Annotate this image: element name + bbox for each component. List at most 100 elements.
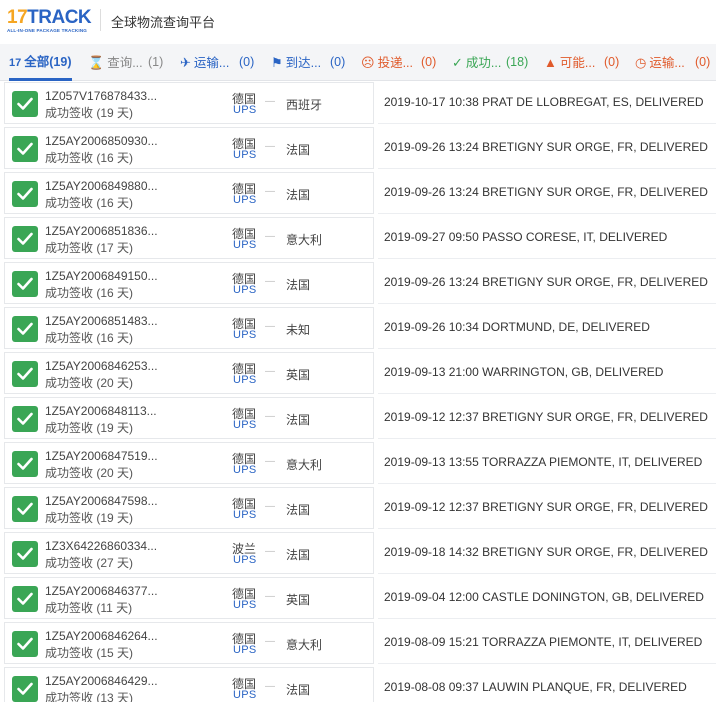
latest-event[interactable]: 2019-08-08 09:37 LAUWIN PLANQUE, FR, DEL… [378,667,716,702]
latest-event[interactable]: 2019-09-26 10:34 DORTMUND, DE, DELIVERED [378,307,716,349]
latest-event[interactable]: 2019-09-27 09:50 PASSO CORESE, IT, DELIV… [378,217,716,259]
tracking-number[interactable]: 1Z5AY2006846253... [45,359,158,373]
carrier-name[interactable]: UPS [233,464,257,476]
latest-event[interactable]: 2019-09-04 12:00 CASTLE DONINGTON, GB, D… [378,577,716,619]
delivery-status: 成功签收 (16 天) [45,286,134,300]
shipment-row[interactable]: 1Z5AY2006848113... 成功签收 (19 天) 德国 UPS — 法国 201… [0,397,716,442]
shipment-summary[interactable]: 1Z057V176878433... 成功签收 (19 天) 德国 UPS — 西班牙 [4,82,374,124]
tracking-number[interactable]: 1Z5AY2006849880... [45,179,158,193]
tracking-number[interactable]: 1Z057V176878433... [45,89,157,103]
latest-event[interactable]: 2019-08-09 15:21 TORRAZZA PIEMONTE, IT, … [378,622,716,664]
delivered-check-icon[interactable] [12,676,38,702]
shipment-summary[interactable]: 1Z5AY2006846377... 成功签收 (11 天) 德国 UPS — 英国 [4,577,374,619]
shipment-row[interactable]: 1Z5AY2006847598... 成功签收 (19 天) 德国 UPS — 法国 201… [0,487,716,532]
latest-event-text: 2019-08-09 15:21 TORRAZZA PIEMONTE, IT, … [384,635,703,649]
carrier-name[interactable]: UPS [233,509,257,521]
tab-delivered[interactable]: ✓ 成功... (18) [452,44,528,81]
shipment-row[interactable]: 1Z5AY2006850930... 成功签收 (16 天) 德国 UPS — 法国 201… [0,127,716,172]
shipment-summary[interactable]: 1Z5AY2006847519... 成功签收 (20 天) 德国 UPS — 意大利 [4,442,374,484]
delivered-check-icon[interactable] [12,406,38,432]
shipment-row[interactable]: 1Z5AY2006851483... 成功签收 (16 天) 德国 UPS — 未知 201… [0,307,716,352]
tracking-number[interactable]: 1Z5AY2006851836... [45,224,158,238]
latest-event[interactable]: 2019-10-17 10:38 PRAT DE LLOBREGAT, ES, … [378,82,716,124]
carrier-name[interactable]: UPS [233,554,257,566]
shipment-row[interactable]: 1Z3X64226860334... 成功签收 (27 天) 波兰 UPS — 法国 201… [0,532,716,577]
tab-alert[interactable]: ▲ 可能... (0) [544,44,619,81]
tracking-number[interactable]: 1Z3X64226860334... [45,539,157,553]
delivered-check-icon[interactable] [12,361,38,387]
tracking-number[interactable]: 1Z5AY2006847519... [45,449,158,463]
tab-expired[interactable]: ◷ 运输... (0) [635,44,710,81]
tab-querying[interactable]: ⌛ 查询... (1) [88,44,163,81]
tracking-number[interactable]: 1Z5AY2006850930... [45,134,158,148]
shipment-summary[interactable]: 1Z5AY2006846429... 成功签收 (13 天) 德国 UPS — 法国 [4,667,374,702]
shipment-row[interactable]: 1Z5AY2006849150... 成功签收 (16 天) 德国 UPS — 法国 201… [0,262,716,307]
logo-tagline: ALL-IN-ONE PACKAGE TRACKING [7,28,88,33]
carrier-name[interactable]: UPS [233,644,257,656]
shipment-summary[interactable]: 1Z5AY2006846264... 成功签收 (15 天) 德国 UPS — 意大利 [4,622,374,664]
tracking-number[interactable]: 1Z5AY2006847598... [45,494,158,508]
delivered-check-icon[interactable] [12,226,38,252]
shipment-summary[interactable]: 1Z5AY2006851483... 成功签收 (16 天) 德国 UPS — 未知 [4,307,374,349]
shipment-summary[interactable]: 1Z5AY2006849880... 成功签收 (16 天) 德国 UPS — 法国 [4,172,374,214]
shipment-summary[interactable]: 1Z5AY2006848113... 成功签收 (19 天) 德国 UPS — 法国 [4,397,374,439]
delivered-check-icon[interactable] [12,181,38,207]
17track-logo[interactable]: 17TRACK ALL-IN-ONE PACKAGE TRACKING [7,8,95,36]
tracking-number[interactable]: 1Z5AY2006849150... [45,269,158,283]
carrier-name[interactable]: UPS [233,419,257,431]
tab-count: (19) [49,55,72,69]
tab-label: 投递... [377,56,413,70]
delivered-check-icon[interactable] [12,136,38,162]
carrier-name[interactable]: UPS [233,689,257,701]
tab-delivery-failed[interactable]: ☹ 投递... (0) [361,44,436,81]
delivery-status: 成功签收 (13 天) [45,691,134,702]
shipment-summary[interactable]: 1Z5AY2006846253... 成功签收 (20 天) 德国 UPS — 英国 [4,352,374,394]
carrier-name[interactable]: UPS [233,104,257,116]
latest-event[interactable]: 2019-09-13 13:55 TORRAZZA PIEMONTE, IT, … [378,442,716,484]
delivered-check-icon[interactable] [12,316,38,342]
carrier-name[interactable]: UPS [233,374,257,386]
delivered-check-icon[interactable] [12,496,38,522]
tab-all[interactable]: 17 全部(19) [9,44,72,81]
carrier-name[interactable]: UPS [233,194,257,206]
delivered-check-icon[interactable] [12,91,38,117]
shipment-summary[interactable]: 1Z5AY2006850930... 成功签收 (16 天) 德国 UPS — 法国 [4,127,374,169]
latest-event[interactable]: 2019-09-12 12:37 BRETIGNY SUR ORGE, FR, … [378,397,716,439]
delivered-check-icon[interactable] [12,586,38,612]
tracking-number[interactable]: 1Z5AY2006846377... [45,584,158,598]
carrier-name[interactable]: UPS [233,329,257,341]
tab-arrived[interactable]: ⚑ 到达... (0) [271,44,345,81]
tracking-number[interactable]: 1Z5AY2006846264... [45,629,158,643]
shipment-summary[interactable]: 1Z5AY2006847598... 成功签收 (19 天) 德国 UPS — 法国 [4,487,374,529]
latest-event[interactable]: 2019-09-26 13:24 BRETIGNY SUR ORGE, FR, … [378,262,716,304]
shipment-row[interactable]: 1Z5AY2006846264... 成功签收 (15 天) 德国 UPS — 意大利 20… [0,622,716,667]
shipment-row[interactable]: 1Z5AY2006849880... 成功签收 (16 天) 德国 UPS — 法国 201… [0,172,716,217]
shipment-row[interactable]: 1Z5AY2006846429... 成功签收 (13 天) 德国 UPS — 法国 201… [0,667,716,702]
shipment-row[interactable]: 1Z5AY2006846253... 成功签收 (20 天) 德国 UPS — 英国 201… [0,352,716,397]
carrier-name[interactable]: UPS [233,599,257,611]
carrier-name[interactable]: UPS [233,239,257,251]
shipment-row[interactable]: 1Z5AY2006846377... 成功签收 (11 天) 德国 UPS — 英国 201… [0,577,716,622]
destination-country: 法国 [286,143,311,157]
tracking-number[interactable]: 1Z5AY2006846429... [45,674,158,688]
carrier-name[interactable]: UPS [233,284,257,296]
delivered-check-icon[interactable] [12,271,38,297]
latest-event[interactable]: 2019-09-13 21:00 WARRINGTON, GB, DELIVER… [378,352,716,394]
delivered-check-icon[interactable] [12,631,38,657]
carrier-name[interactable]: UPS [233,149,257,161]
delivered-check-icon[interactable] [12,541,38,567]
delivered-check-icon[interactable] [12,451,38,477]
shipment-summary[interactable]: 1Z5AY2006849150... 成功签收 (16 天) 德国 UPS — 法国 [4,262,374,304]
tab-in-transit[interactable]: ✈ 运输... (0) [180,44,254,81]
shipment-row[interactable]: 1Z5AY2006851836... 成功签收 (17 天) 德国 UPS — 意大利 20… [0,217,716,262]
latest-event[interactable]: 2019-09-12 12:37 BRETIGNY SUR ORGE, FR, … [378,487,716,529]
shipment-row[interactable]: 1Z5AY2006847519... 成功签收 (20 天) 德国 UPS — 意大利 20… [0,442,716,487]
latest-event[interactable]: 2019-09-18 14:32 BRETIGNY SUR ORGE, FR, … [378,532,716,574]
tracking-number[interactable]: 1Z5AY2006851483... [45,314,158,328]
shipment-row[interactable]: 1Z057V176878433... 成功签收 (19 天) 德国 UPS — 西班牙 20… [0,82,716,127]
latest-event[interactable]: 2019-09-26 13:24 BRETIGNY SUR ORGE, FR, … [378,127,716,169]
tracking-number[interactable]: 1Z5AY2006848113... [45,404,157,418]
shipment-summary[interactable]: 1Z5AY2006851836... 成功签收 (17 天) 德国 UPS — 意大利 [4,217,374,259]
shipment-summary[interactable]: 1Z3X64226860334... 成功签收 (27 天) 波兰 UPS — 法国 [4,532,374,574]
latest-event[interactable]: 2019-09-26 13:24 BRETIGNY SUR ORGE, FR, … [378,172,716,214]
